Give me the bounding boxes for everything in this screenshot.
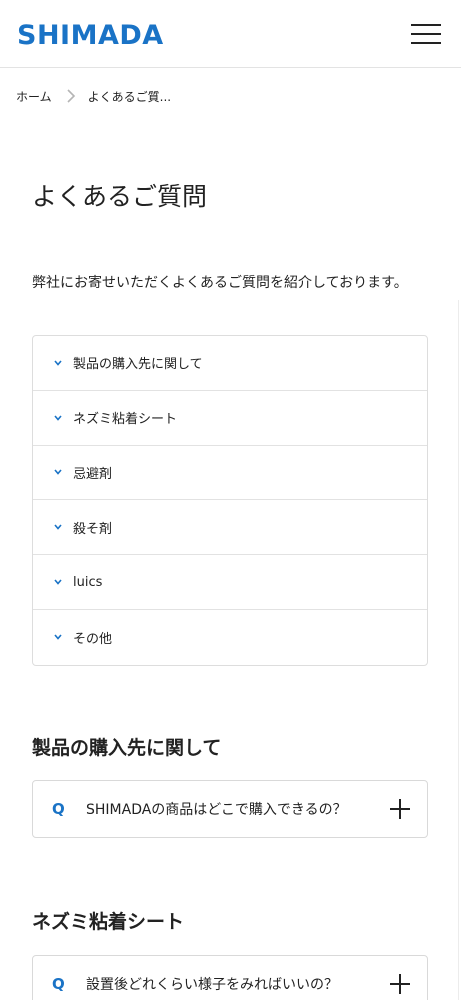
toc-item-luics[interactable]: luics bbox=[33, 555, 427, 610]
divider bbox=[458, 300, 459, 1000]
toc-item-repellent[interactable]: 忌避剤 bbox=[33, 446, 427, 501]
site-header: SHIMADA bbox=[0, 0, 461, 68]
page-intro: 弊社にお寄せいただくよくあるご質問を紹介しております。 bbox=[32, 275, 408, 291]
toc-item-label: 製品の購入先に関して bbox=[73, 357, 203, 373]
breadcrumb-home-link[interactable]: ホーム bbox=[16, 88, 52, 105]
chevron-down-icon bbox=[54, 415, 62, 421]
chevron-down-icon bbox=[54, 469, 62, 476]
toc-item-label: luics bbox=[73, 574, 103, 590]
breadcrumb-current: よくあるご質... bbox=[87, 89, 172, 104]
faq-question-purchase[interactable]: Q SHIMADAの商品はどこで購入できるの？ bbox=[32, 780, 428, 838]
section-title-glue-sheet: ネズミ粘着シート bbox=[32, 911, 185, 933]
toc-item-label: 忌避剤 bbox=[73, 466, 113, 482]
page-title: よくあるご質問 bbox=[32, 182, 208, 211]
q-mark: Q bbox=[52, 975, 65, 993]
plus-icon[interactable] bbox=[390, 799, 410, 819]
toc-item-glue-sheet[interactable]: ネズミ粘着シート bbox=[33, 391, 427, 446]
faq-question-text: 設置後どれくらい様子をみればいいの？ bbox=[86, 977, 338, 993]
toc-item-label: 殺そ剤 bbox=[73, 521, 113, 537]
faq-question-text: SHIMADAの商品はどこで購入できるの？ bbox=[86, 802, 347, 818]
toc-item-rodenticide[interactable]: 殺そ剤 bbox=[33, 500, 427, 556]
chevron-down-icon bbox=[54, 360, 62, 366]
plus-icon[interactable] bbox=[390, 974, 410, 994]
toc-item-purchase[interactable]: 製品の購入先に関して bbox=[33, 336, 427, 391]
menu-bar bbox=[411, 24, 441, 26]
menu-bar bbox=[411, 42, 441, 44]
chevron-right-icon bbox=[67, 89, 75, 103]
toc-item-label: その他 bbox=[73, 631, 113, 647]
faq-category-list: 製品の購入先に関して ネズミ粘着シート 忌避剤 殺そ剤 luics その他 bbox=[32, 335, 428, 666]
hamburger-menu-icon[interactable] bbox=[411, 22, 441, 46]
q-mark: Q bbox=[52, 800, 65, 818]
chevron-down-icon bbox=[54, 579, 62, 585]
toc-item-other[interactable]: その他 bbox=[33, 610, 427, 665]
faq-question-glue-sheet[interactable]: Q 設置後どれくらい様子をみればいいの？ bbox=[32, 955, 428, 1000]
shimada-logo[interactable]: SHIMADA bbox=[17, 18, 164, 54]
menu-bar bbox=[411, 33, 441, 35]
breadcrumb: ホーム よくあるご質... bbox=[16, 86, 171, 106]
toc-item-label: ネズミ粘着シート bbox=[73, 412, 178, 428]
section-title-purchase: 製品の購入先に関して bbox=[32, 737, 222, 759]
chevron-down-icon bbox=[54, 634, 62, 641]
chevron-down-icon bbox=[54, 524, 62, 531]
